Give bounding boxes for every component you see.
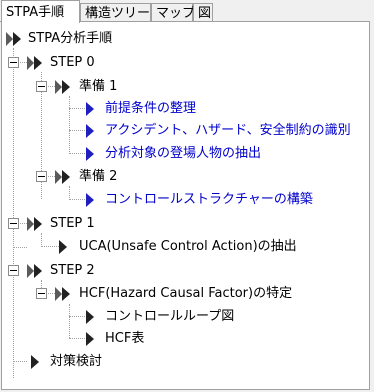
double-arrow-icon: [55, 287, 70, 301]
tab-bar: STPA手順 構造ツリー マップ 図: [0, 0, 374, 23]
tree-connector: [13, 361, 27, 362]
root-label: STPA分析手順: [28, 31, 113, 46]
tree-connector: [69, 130, 87, 131]
tree-connector: [69, 316, 87, 317]
step0-label: STEP 0: [50, 55, 95, 70]
item-label: 前提条件の整理: [105, 101, 197, 116]
item-label: UCA(Unsafe Control Action)の抽出: [79, 239, 297, 254]
hcf-label: HCF(Hazard Causal Factor)の特定: [79, 286, 293, 301]
tree-connector: [69, 304, 70, 338]
double-arrow-icon: [6, 32, 21, 46]
tree-connector: [41, 246, 59, 247]
collapse-toggle-prep1[interactable]: [36, 81, 47, 92]
arrow-icon: [86, 193, 94, 207]
item-label: 分析対象の登場人物の抽出: [105, 146, 262, 161]
prep2-label: 準備 2: [79, 169, 118, 184]
collapse-toggle-prep2[interactable]: [36, 171, 47, 182]
tree-connector: [13, 48, 14, 378]
tree-connector: [69, 96, 70, 154]
item-label: コントロールループ図: [105, 309, 235, 324]
step1-label: STEP 1: [50, 216, 95, 231]
arrow-icon: [86, 332, 94, 346]
countermeasure-label: 対策検討: [50, 354, 103, 369]
arrow-icon: [86, 147, 94, 161]
tree-connector: [69, 153, 87, 154]
arrow-icon: [31, 355, 39, 369]
prep1-label: 準備 1: [79, 79, 118, 94]
item-label: HCF表: [105, 331, 145, 346]
double-arrow-icon: [55, 80, 70, 94]
tab-diagram[interactable]: 図: [193, 3, 213, 22]
step2-label: STEP 2: [50, 263, 95, 278]
double-arrow-icon: [27, 56, 42, 70]
tab-stpa-procedure[interactable]: STPA手順: [1, 0, 80, 23]
tree-connector: [41, 233, 42, 247]
tab-map[interactable]: マップ: [151, 3, 195, 22]
arrow-icon: [86, 102, 94, 116]
arrow-icon: [86, 310, 94, 324]
procedure-tree: STPA分析手順 STEP 0 準備 1 前提条件の整理 アクシデント、ハザード…: [1, 22, 370, 390]
double-arrow-icon: [27, 217, 42, 231]
item-label: アクシデント、ハザード、安全制約の識別: [105, 123, 351, 138]
tab-structure-tree[interactable]: 構造ツリー: [80, 3, 151, 22]
double-arrow-icon: [27, 264, 42, 278]
collapse-toggle-hcf[interactable]: [36, 288, 47, 299]
arrow-icon: [59, 240, 67, 254]
tree-connector: [69, 338, 87, 339]
tree-connector: [69, 199, 87, 200]
tree-connector: [69, 186, 70, 200]
tree-connector: [69, 108, 87, 109]
item-label: コントロールストラクチャーの構築: [105, 192, 313, 207]
collapse-toggle-step2[interactable]: [8, 265, 19, 276]
collapse-toggle-step0[interactable]: [8, 57, 19, 68]
arrow-icon: [86, 124, 94, 138]
tree-connector: [13, 247, 27, 248]
collapse-toggle-step1[interactable]: [8, 218, 19, 229]
double-arrow-icon: [55, 170, 70, 184]
